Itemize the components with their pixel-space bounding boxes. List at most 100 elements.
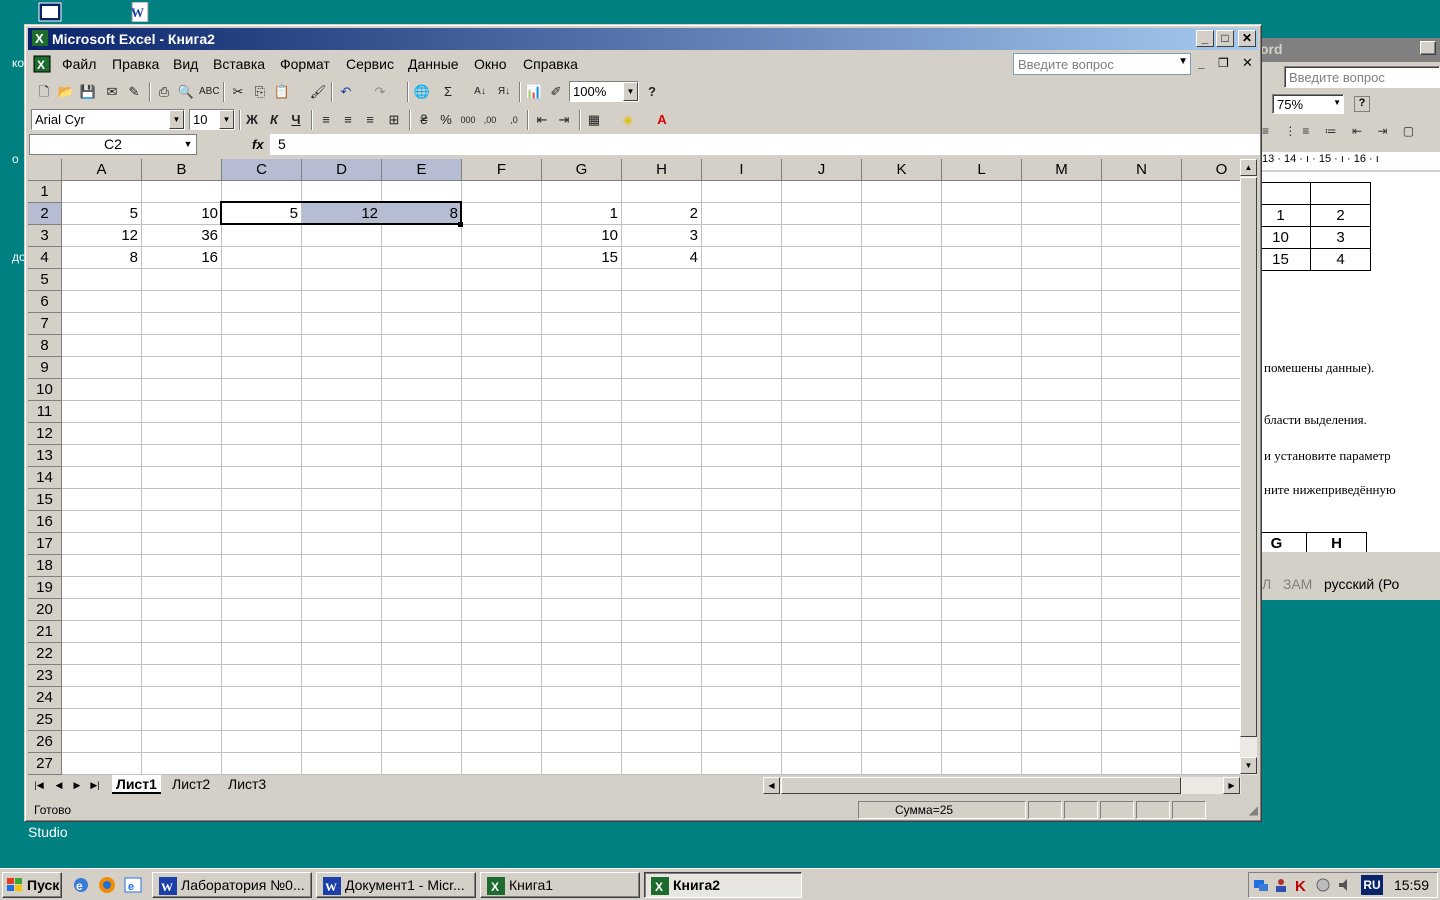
borders-icon[interactable]: ▦	[585, 111, 603, 129]
cell-g4[interactable]: 15	[542, 247, 621, 268]
row-header-12[interactable]: 12	[28, 423, 62, 445]
close-button[interactable]: ✕	[1238, 30, 1256, 47]
row-header-11[interactable]: 11	[28, 401, 62, 423]
row-header-17[interactable]: 17	[28, 533, 62, 555]
align-right-icon[interactable]: ≡	[361, 111, 379, 129]
taskbar-button-book1[interactable]: X Книга1	[480, 872, 640, 898]
word-zoom-combo[interactable]: 75% ▼	[1272, 94, 1344, 114]
comma-style-icon[interactable]: 000	[459, 111, 477, 129]
format-painter-icon[interactable]: 🖌	[309, 83, 327, 101]
font-name-combo[interactable]: Arial Cyr ▼	[31, 109, 185, 130]
column-header-h[interactable]: H	[622, 159, 702, 181]
cell-a4[interactable]: 8	[62, 247, 141, 268]
autosum-icon[interactable]: Σ	[439, 83, 457, 101]
formula-input[interactable]: 5	[270, 134, 1260, 155]
cell-h4[interactable]: 4	[622, 247, 701, 268]
menu-insert[interactable]: Вставка	[213, 56, 265, 72]
menu-window[interactable]: Окно	[474, 56, 507, 72]
maximize-button[interactable]: □	[1216, 30, 1234, 47]
drawing-icon[interactable]: ✐	[547, 83, 565, 101]
taskbar-button-doc1[interactable]: W Документ1 - Micr...	[316, 872, 476, 898]
column-header-c[interactable]: C	[222, 159, 302, 181]
permission-icon[interactable]: ✉	[103, 83, 121, 101]
fill-color-icon[interactable]: ◈	[619, 111, 637, 129]
desktop-app-icon[interactable]	[38, 2, 62, 22]
cell-g3[interactable]: 10	[542, 225, 621, 246]
menu-format[interactable]: Формат	[280, 56, 330, 72]
cell-b4[interactable]: 16	[142, 247, 221, 268]
language-indicator[interactable]: RU	[1361, 875, 1383, 895]
minimize-button[interactable]: _	[1196, 30, 1214, 47]
chevron-down-icon[interactable]: ▼	[623, 82, 638, 101]
chevron-down-icon[interactable]: ▼	[1333, 98, 1341, 107]
cell-a3[interactable]: 12	[62, 225, 141, 246]
row-header-14[interactable]: 14	[28, 467, 62, 489]
menu-view[interactable]: Вид	[173, 56, 198, 72]
column-header-g[interactable]: G	[542, 159, 622, 181]
decrease-indent-icon[interactable]: ⇤	[533, 111, 551, 129]
font-size-combo[interactable]: 10 ▼	[189, 109, 235, 130]
currency-icon[interactable]: ₴	[415, 111, 433, 129]
volume-icon[interactable]	[1337, 877, 1353, 893]
print-preview-icon[interactable]: 🔍	[177, 83, 195, 101]
sheet-tab-2[interactable]: Лист2	[168, 775, 214, 794]
percent-icon[interactable]: %	[437, 111, 455, 129]
cell-h3[interactable]: 3	[622, 225, 701, 246]
row-header-6[interactable]: 6	[28, 291, 62, 313]
sort-ascending-icon[interactable]: A↓	[471, 83, 489, 101]
row-header-24[interactable]: 24	[28, 687, 62, 709]
print-icon[interactable]: ⎙	[155, 83, 173, 101]
undo-icon[interactable]: ↶	[337, 83, 355, 101]
save-icon[interactable]: 💾	[79, 83, 97, 101]
row-header-22[interactable]: 22	[28, 643, 62, 665]
excel-window[interactable]: X Microsoft Excel - Книга2 _ □ ✕ X Файл …	[24, 24, 1262, 822]
hscroll-thumb[interactable]	[781, 777, 1181, 794]
align-center-icon[interactable]: ≡	[339, 111, 357, 129]
taskbar-button-lab[interactable]: W Лаборатория №0...	[152, 872, 312, 898]
minimize-icon[interactable]	[1420, 41, 1436, 55]
cut-icon[interactable]: ✂	[229, 83, 247, 101]
word-window[interactable]: ord Введите вопрос 75% ▼ ? ≡ ⋮≡ ≔ ⇤ ⇥ ▢ 1…	[1258, 38, 1440, 600]
column-header-m[interactable]: M	[1022, 159, 1102, 181]
fill-handle[interactable]	[458, 222, 463, 227]
menu-tools[interactable]: Сервис	[346, 56, 394, 72]
outlook-icon[interactable]: e	[124, 876, 142, 894]
zoom-combo[interactable]: 100% ▼	[569, 81, 639, 102]
cell-b3[interactable]: 36	[142, 225, 221, 246]
doc-close-icon[interactable]: ✕	[1242, 55, 1253, 71]
media-player-icon[interactable]	[98, 876, 116, 894]
column-header-k[interactable]: K	[862, 159, 942, 181]
font-color-icon[interactable]: A	[653, 111, 671, 129]
sort-descending-icon[interactable]: Я↓	[495, 83, 513, 101]
resize-grip-icon[interactable]: ◢	[1249, 803, 1258, 817]
ie-icon[interactable]: e	[72, 876, 90, 894]
column-header-o[interactable]: O	[1182, 159, 1240, 181]
row-header-21[interactable]: 21	[28, 621, 62, 643]
cell-h2[interactable]: 2	[622, 203, 701, 224]
new-icon[interactable]: 🗋	[35, 83, 53, 101]
row-header-27[interactable]: 27	[28, 753, 62, 775]
row-header-5[interactable]: 5	[28, 269, 62, 291]
menu-data[interactable]: Данные	[408, 56, 459, 72]
row-header-25[interactable]: 25	[28, 709, 62, 731]
chart-wizard-icon[interactable]: 📊	[525, 83, 543, 101]
vertical-scrollbar[interactable]: ▲ ▼	[1240, 159, 1257, 775]
scroll-down-icon[interactable]: ▼	[1240, 757, 1257, 774]
row-header-8[interactable]: 8	[28, 335, 62, 357]
cell-b2[interactable]: 10	[142, 203, 221, 224]
row-header-18[interactable]: 18	[28, 555, 62, 577]
menu-file[interactable]: Файл	[62, 56, 96, 72]
open-icon[interactable]: 📂	[57, 83, 75, 101]
spelling-icon[interactable]: ABC	[199, 83, 220, 101]
worksheet-grid[interactable]: A B C D E F G H I J K L M N O 1 2 3 4 5 6 7 8 9 10 11 12 13 14 15 16 17…	[28, 159, 1240, 775]
column-header-l[interactable]: L	[942, 159, 1022, 181]
column-header-f[interactable]: F	[462, 159, 542, 181]
merge-center-icon[interactable]: ⊞	[385, 111, 403, 129]
sheet-tab-3[interactable]: Лист3	[224, 775, 270, 794]
row-header-19[interactable]: 19	[28, 577, 62, 599]
decrease-decimal-icon[interactable]: ,0	[505, 111, 523, 129]
cell-g2[interactable]: 1	[542, 203, 621, 224]
excel-titlebar[interactable]: X Microsoft Excel - Книга2 _ □ ✕	[28, 28, 1258, 50]
doc-restore-icon[interactable]: ❐	[1218, 56, 1229, 70]
chevron-down-icon[interactable]: ▼	[219, 110, 234, 129]
